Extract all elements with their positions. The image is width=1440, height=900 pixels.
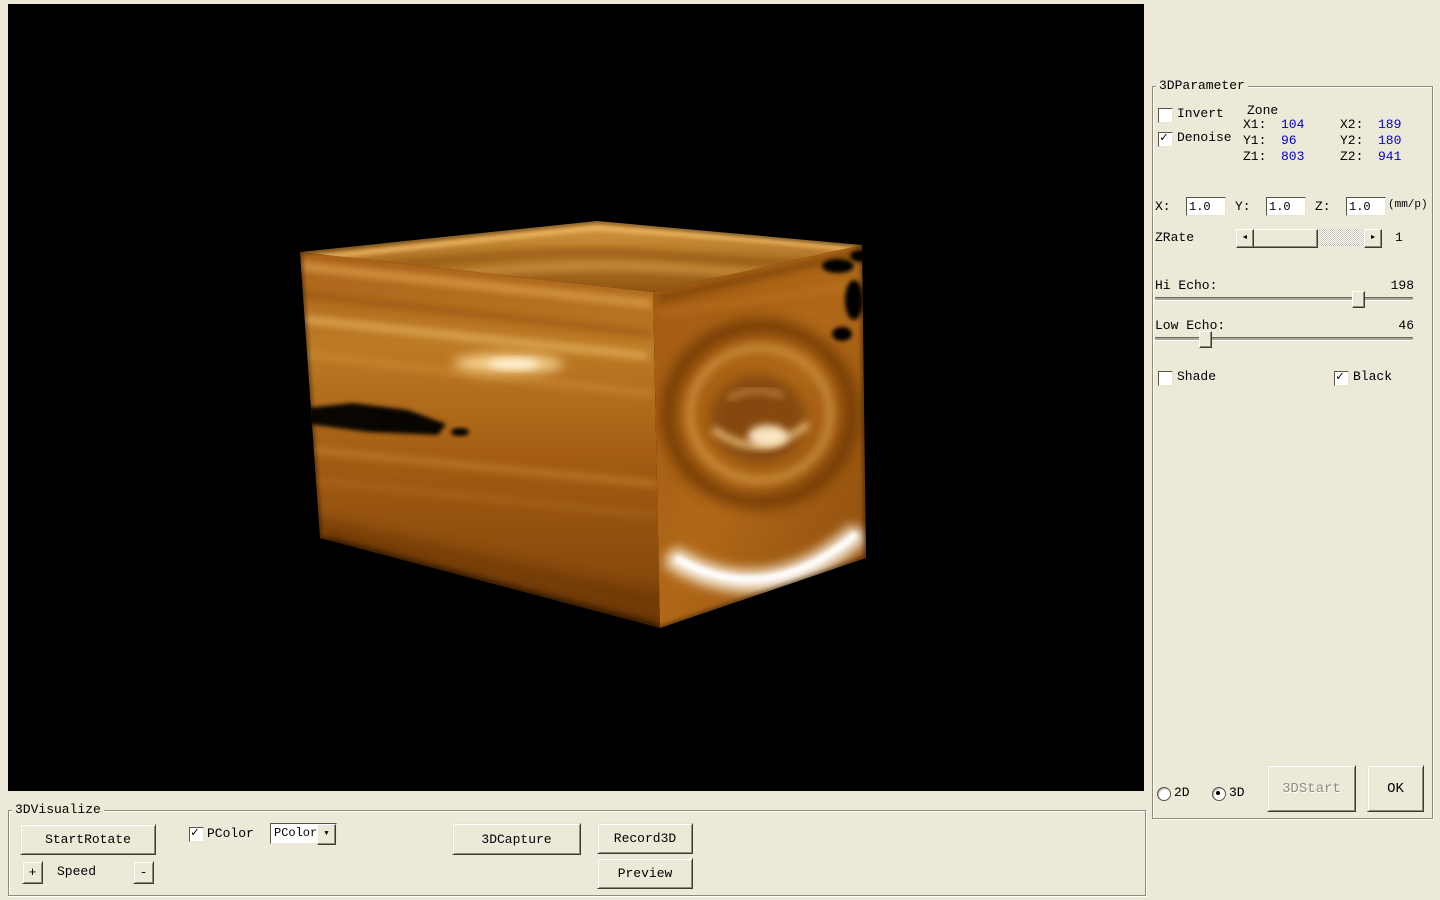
ultrasound-volume-render (8, 4, 1144, 791)
hi-echo-label: Hi Echo: (1155, 278, 1217, 293)
mode-3d-label: 3D (1229, 785, 1245, 800)
scale-z-label: Z: (1315, 199, 1331, 214)
zone-y1-label: Y1: (1243, 133, 1266, 148)
black-label: Black (1353, 369, 1392, 384)
speed-minus-button[interactable]: - (133, 861, 154, 884)
pcolor-label: PColor (207, 826, 254, 841)
zrate-value: 1 (1395, 230, 1403, 245)
zrate-scrollbar-track[interactable] (1252, 229, 1366, 246)
visualize-groupbox-title: 3DVisualize (12, 803, 104, 817)
chevron-down-icon: ▼ (324, 831, 328, 838)
zone-z2-value: 941 (1378, 149, 1401, 164)
preview-button[interactable]: Preview (597, 858, 693, 889)
pcolor-combobox-value: PColor (274, 826, 317, 840)
left-arrow-icon: ◄ (1243, 235, 1247, 242)
zone-x2-value: 189 (1378, 117, 1401, 132)
scale-y-label: Y: (1235, 199, 1251, 214)
zone-title: Zone (1247, 103, 1278, 118)
denoise-label: Denoise (1177, 130, 1232, 145)
low-echo-value: 46 (1378, 318, 1414, 333)
zrate-scrollbar-thumb[interactable] (1252, 229, 1318, 248)
low-echo-slider-track[interactable] (1155, 337, 1413, 341)
zone-y2-value: 180 (1378, 133, 1401, 148)
scale-unit-label: (mm/p) (1388, 198, 1428, 213)
zrate-scroll-left-button[interactable]: ◄ (1236, 229, 1254, 248)
hi-echo-value: 198 (1378, 278, 1414, 293)
speed-plus-button[interactable]: + (22, 861, 43, 884)
zone-x1-value: 104 (1281, 117, 1304, 132)
mode-3d-radio[interactable] (1212, 787, 1226, 801)
zrate-scroll-right-button[interactable]: ► (1364, 229, 1382, 248)
pcolor-checkbox[interactable] (189, 827, 204, 842)
zone-x1-label: X1: (1243, 117, 1266, 132)
record-3d-button[interactable]: Record3D (597, 823, 693, 854)
invert-checkbox[interactable] (1158, 108, 1173, 123)
scale-y-input[interactable] (1266, 197, 1306, 216)
denoise-checkbox[interactable] (1158, 132, 1173, 147)
start-rotate-button[interactable]: StartRotate (20, 824, 156, 855)
zone-z2-label: Z2: (1340, 149, 1363, 164)
zone-x2-label: X2: (1340, 117, 1363, 132)
black-checkbox[interactable] (1334, 371, 1349, 386)
scale-z-input[interactable] (1346, 197, 1386, 216)
zone-y1-value: 96 (1281, 133, 1297, 148)
low-echo-label: Low Echo: (1155, 318, 1225, 333)
start3d-button[interactable]: 3DStart (1267, 765, 1356, 812)
capture-3d-button[interactable]: 3DCapture (452, 823, 581, 855)
hi-echo-slider-track[interactable] (1155, 297, 1413, 301)
zone-y2-label: Y2: (1340, 133, 1363, 148)
mode-2d-label: 2D (1174, 785, 1190, 800)
ok-button[interactable]: OK (1367, 765, 1424, 812)
shade-checkbox[interactable] (1158, 371, 1173, 386)
scale-x-label: X: (1155, 199, 1171, 214)
zrate-scrollbar[interactable]: ◄ ► (1236, 229, 1382, 246)
mode-2d-radio[interactable] (1157, 787, 1171, 801)
invert-label: Invert (1177, 106, 1224, 121)
param-groupbox (1152, 86, 1433, 819)
right-arrow-icon: ► (1371, 235, 1375, 242)
speed-label: Speed (57, 864, 96, 879)
zone-z1-value: 803 (1281, 149, 1304, 164)
zone-z1-label: Z1: (1243, 149, 1266, 164)
scale-x-input[interactable] (1186, 197, 1226, 216)
hi-echo-slider-thumb[interactable] (1352, 291, 1365, 308)
param-groupbox-title: 3DParameter (1156, 79, 1248, 93)
shade-label: Shade (1177, 369, 1216, 384)
pcolor-combobox-dropdown-button[interactable]: ▼ (317, 824, 336, 845)
render-viewport[interactable] (8, 4, 1144, 791)
zrate-label: ZRate (1155, 230, 1194, 245)
pcolor-combobox[interactable]: PColor ▼ (270, 823, 337, 844)
low-echo-slider-thumb[interactable] (1199, 331, 1212, 348)
